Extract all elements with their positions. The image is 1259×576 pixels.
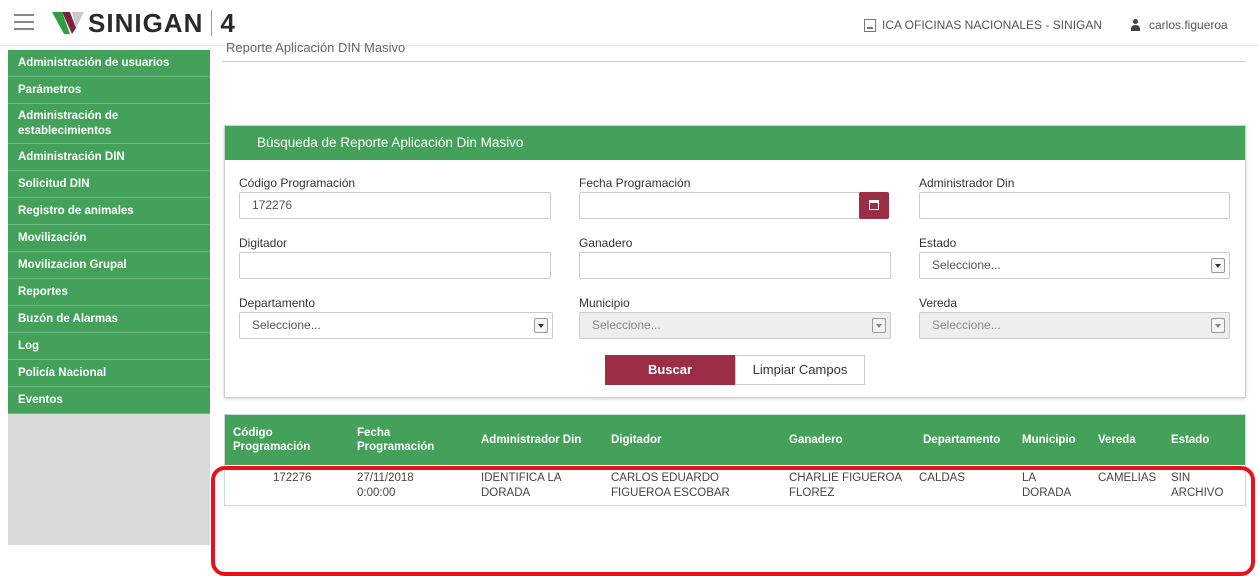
column-header-estado[interactable]: Estado	[1171, 415, 1231, 465]
departamento-value: Seleccione...	[252, 318, 321, 332]
column-header-codigo[interactable]: Código Programación	[233, 415, 343, 465]
calendar-button[interactable]	[859, 192, 889, 219]
sidebar-item-registro-animales[interactable]: Registro de animales	[8, 198, 210, 225]
sidebar-item-log[interactable]: Log	[8, 333, 210, 360]
limpiar-campos-button[interactable]: Limpiar Campos	[735, 355, 865, 385]
sidebar-item-administracion-usuarios[interactable]: Administración de usuarios	[8, 50, 210, 77]
office-selector[interactable]: ICA OFICINAS NACIONALES - SINIGAN	[864, 18, 1102, 32]
sidebar-item-movilizacion-grupal[interactable]: Movilizacion Grupal	[8, 252, 210, 279]
municipio-select[interactable]: Seleccione...	[579, 312, 891, 339]
fecha-input[interactable]	[579, 192, 861, 219]
digitador-input[interactable]	[239, 252, 551, 279]
sidebar-item-movilizacion[interactable]: Movilización	[8, 225, 210, 252]
admin-label: Administrador Din	[919, 176, 1015, 190]
chevron-down-icon	[534, 318, 548, 333]
highlight-annotation	[211, 466, 1255, 576]
brand-name: SINIGAN	[88, 7, 204, 38]
user-menu[interactable]: carlos.figueroa	[1130, 18, 1228, 32]
estado-label: Estado	[919, 236, 957, 250]
building-icon	[864, 18, 876, 32]
sinigan-logo-icon	[52, 12, 84, 34]
logo[interactable]: SINIGAN 4	[50, 6, 235, 40]
sidebar-item-administracion-establecimientos[interactable]: Administración de establecimientos	[8, 104, 210, 144]
digitador-label: Digitador	[239, 236, 288, 250]
buscar-button[interactable]: Buscar	[605, 355, 735, 385]
sidebar-item-policia-nacional[interactable]: Policía Nacional	[8, 360, 210, 387]
user-name: carlos.figueroa	[1149, 18, 1228, 32]
vereda-select[interactable]: Seleccione...	[919, 312, 1230, 339]
logo-divider	[211, 10, 213, 36]
search-panel-title: Búsqueda de Reporte Aplicación Din Masiv…	[225, 126, 1245, 160]
menu-icon[interactable]	[14, 14, 34, 30]
departamento-select[interactable]: Seleccione...	[239, 312, 553, 339]
column-header-municipio[interactable]: Municipio	[1022, 415, 1092, 465]
column-header-digitador[interactable]: Digitador	[611, 415, 771, 465]
fecha-label: Fecha Programación	[579, 176, 691, 190]
sidebar-item-reportes[interactable]: Reportes	[8, 279, 210, 306]
table-header: Código Programación Fecha Programación A…	[225, 415, 1245, 465]
departamento-label: Departamento	[239, 296, 316, 310]
sidebar-item-solicitud-din[interactable]: Solicitud DIN	[8, 171, 210, 198]
page-title-bar: Reporte Aplicación DIN Masivo	[222, 40, 1246, 62]
codigo-input[interactable]: 172276	[239, 192, 551, 219]
office-name: ICA OFICINAS NACIONALES - SINIGAN	[882, 18, 1103, 32]
chevron-down-icon	[872, 318, 886, 333]
calendar-icon	[869, 200, 879, 210]
search-panel: Búsqueda de Reporte Aplicación Din Masiv…	[224, 125, 1246, 398]
brand-version: 4	[220, 7, 235, 38]
vereda-value: Seleccione...	[932, 318, 1001, 332]
ganadero-label: Ganadero	[579, 236, 633, 250]
ganadero-input[interactable]	[579, 252, 891, 279]
column-header-fecha[interactable]: Fecha Programación	[357, 415, 467, 465]
sidebar-item-buzon-alarmas[interactable]: Buzón de Alarmas	[8, 306, 210, 333]
column-header-vereda[interactable]: Vereda	[1098, 415, 1158, 465]
estado-select[interactable]: Seleccione...	[919, 252, 1230, 279]
municipio-value: Seleccione...	[592, 318, 661, 332]
column-header-departamento[interactable]: Departamento	[923, 415, 1018, 465]
column-header-administrador[interactable]: Administrador Din	[481, 415, 606, 465]
page-title: Reporte Aplicación DIN Masivo	[226, 40, 406, 55]
admin-input[interactable]	[919, 192, 1230, 219]
municipio-label: Municipio	[579, 296, 630, 310]
vereda-label: Vereda	[919, 296, 958, 310]
chevron-down-icon	[1211, 258, 1225, 273]
estado-value: Seleccione...	[932, 258, 1001, 272]
sidebar: Administración de usuarios Parámetros Ad…	[8, 50, 210, 545]
column-header-ganadero[interactable]: Ganadero	[789, 415, 919, 465]
codigo-label: Código Programación	[239, 176, 356, 190]
user-icon	[1130, 19, 1141, 31]
sidebar-item-parametros[interactable]: Parámetros	[8, 77, 210, 104]
chevron-down-icon	[1211, 318, 1225, 333]
sidebar-item-eventos[interactable]: Eventos	[8, 387, 210, 414]
sidebar-item-administracion-din[interactable]: Administración DIN	[8, 144, 210, 171]
